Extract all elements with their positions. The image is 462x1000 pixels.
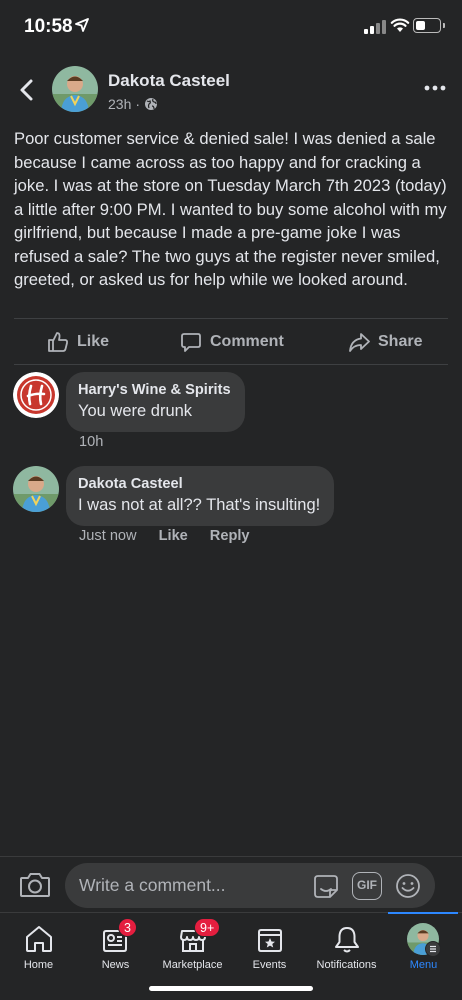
harrys-logo-icon bbox=[13, 372, 59, 418]
status-bar: 10:58 bbox=[0, 0, 462, 54]
tab-menu[interactable]: Menu bbox=[385, 913, 462, 977]
speech-bubble-icon bbox=[181, 333, 201, 352]
post-header: Dakota Casteel 23h · bbox=[0, 62, 462, 118]
comment-bubble[interactable]: Dakota Casteel I was not at all?? That's… bbox=[66, 466, 335, 526]
like-button[interactable]: Like bbox=[47, 320, 109, 364]
more-options-icon[interactable] bbox=[420, 78, 450, 98]
emoji-icon[interactable] bbox=[394, 872, 422, 900]
tab-label: Events bbox=[252, 959, 287, 971]
commenter-avatar[interactable] bbox=[13, 466, 59, 512]
marketplace-badge: 9+ bbox=[194, 918, 221, 937]
divider-top bbox=[14, 318, 448, 319]
comment-button[interactable]: Comment bbox=[180, 320, 284, 364]
comment-time: Just now bbox=[79, 528, 137, 544]
tab-notifications[interactable]: Notifications bbox=[308, 913, 385, 977]
bell-icon bbox=[334, 927, 359, 953]
share-arrow-icon bbox=[349, 333, 370, 352]
share-label: Share bbox=[378, 333, 423, 350]
share-button[interactable]: Share bbox=[348, 320, 422, 364]
wifi-icon bbox=[390, 18, 410, 32]
tab-news[interactable]: 3 News bbox=[77, 913, 154, 977]
tab-label: Marketplace bbox=[162, 959, 223, 971]
author-name[interactable]: Dakota Casteel bbox=[108, 71, 230, 91]
comment-reply-button[interactable]: Reply bbox=[210, 528, 250, 544]
comment-author[interactable]: Harry's Wine & Spirits bbox=[78, 380, 231, 400]
tab-label: Home bbox=[23, 959, 54, 971]
back-arrow-icon[interactable] bbox=[14, 76, 42, 104]
like-label: Like bbox=[77, 333, 110, 350]
comment-text: I was not at all?? That's insulting! bbox=[78, 496, 321, 514]
post-time[interactable]: 23h bbox=[108, 96, 131, 112]
meta-separator: · bbox=[135, 96, 141, 112]
divider-bottom bbox=[14, 364, 448, 365]
comment-label: Comment bbox=[210, 333, 284, 350]
post-text: Poor customer service & denied sale! I w… bbox=[14, 129, 447, 289]
comment-time: 10h bbox=[79, 434, 104, 450]
battery-icon bbox=[413, 18, 441, 33]
status-time: 10:58 bbox=[24, 16, 73, 37]
cellular-signal-icon bbox=[364, 20, 386, 34]
home-icon bbox=[25, 926, 52, 952]
comment-author[interactable]: Dakota Casteel bbox=[78, 474, 320, 494]
calendar-star-icon bbox=[257, 929, 282, 952]
tab-marketplace[interactable]: 9+ Marketplace bbox=[154, 913, 231, 977]
comment-meta: Just now Like Reply bbox=[79, 528, 250, 544]
avatar-sticker-icon[interactable] bbox=[312, 872, 340, 900]
news-badge: 3 bbox=[118, 918, 137, 937]
tab-label: News bbox=[101, 959, 130, 971]
tab-label: Menu bbox=[409, 959, 438, 971]
comment-input-placeholder: Write a comment... bbox=[79, 875, 226, 895]
comment-composer: Write a comment... GIF bbox=[0, 856, 462, 912]
comment-text: You were drunk bbox=[78, 402, 193, 420]
tab-home[interactable]: Home bbox=[0, 913, 77, 977]
location-arrow-icon bbox=[75, 18, 89, 32]
battery-nub bbox=[443, 23, 445, 28]
gif-label: GIF bbox=[357, 878, 377, 892]
thumbs-up-icon bbox=[48, 332, 68, 352]
camera-icon[interactable] bbox=[18, 868, 52, 902]
comment-input[interactable]: Write a comment... GIF bbox=[65, 863, 435, 908]
comment-like-button[interactable]: Like bbox=[159, 528, 188, 544]
hamburger-menu-icon bbox=[425, 941, 441, 957]
tab-label: Notifications bbox=[316, 959, 377, 971]
tab-events[interactable]: Events bbox=[231, 913, 308, 977]
post-meta: 23h · bbox=[108, 96, 158, 112]
commenter-avatar[interactable] bbox=[13, 372, 59, 418]
globe-icon bbox=[145, 98, 158, 110]
home-indicator bbox=[149, 986, 313, 991]
comment-bubble[interactable]: Harry's Wine & Spirits You were drunk bbox=[66, 372, 245, 432]
post-actions: Like Comment Share bbox=[0, 320, 462, 364]
comment-meta: 10h bbox=[79, 434, 103, 450]
gif-button[interactable]: GIF bbox=[352, 872, 382, 900]
author-avatar[interactable] bbox=[52, 66, 98, 112]
